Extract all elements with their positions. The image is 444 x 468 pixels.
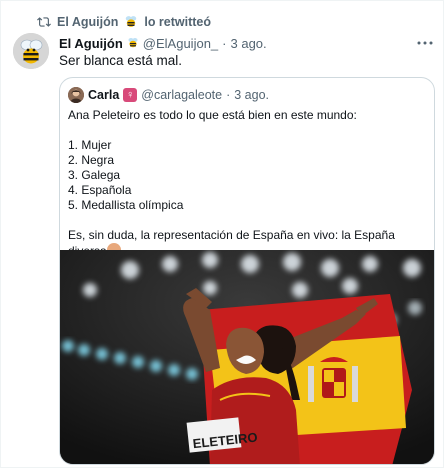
quote-text: Ana Peleteiro es todo lo que está bien e…	[68, 108, 426, 259]
separator-dot: ·	[222, 35, 227, 51]
retweeter-name[interactable]: El Aguijón	[57, 15, 118, 29]
bee-icon	[128, 38, 138, 48]
retweet-context: El Aguijón lo retwitteó	[37, 14, 211, 30]
bee-avatar-icon	[13, 33, 49, 69]
quote-avatar[interactable]	[68, 87, 84, 103]
retweet-icon	[37, 17, 51, 27]
quoted-tweet[interactable]: Carla ♀ @carlagaleote · 3 ago. Ana Pelet…	[59, 77, 435, 465]
tweet-timestamp[interactable]: 3 ago.	[231, 36, 267, 51]
author-name[interactable]: El Aguijón	[59, 36, 123, 51]
venus-emoji: ♀	[123, 88, 138, 102]
quote-media-image[interactable]: ELETEIRO	[60, 250, 434, 464]
bee-icon	[126, 16, 137, 27]
quote-author-handle[interactable]: @carlagaleote	[141, 88, 222, 102]
author-handle[interactable]: @ElAguijon_	[143, 36, 218, 51]
quote-author-name[interactable]: Carla	[88, 88, 119, 102]
more-icon[interactable]	[417, 35, 433, 51]
separator-dot: ·	[226, 88, 231, 102]
list-item: 4. Española	[68, 183, 132, 197]
more-dots-icon	[417, 41, 433, 45]
list-item: 2. Negra	[68, 153, 115, 167]
list-item: 5. Medallista olímpica	[68, 198, 184, 212]
quote-timestamp[interactable]: 3 ago.	[234, 88, 269, 102]
retweet-suffix: lo retwitteó	[144, 15, 212, 29]
quote-avatar-image	[68, 87, 84, 103]
tweet-header: El Aguijón @ElAguijon_ · 3 ago.	[59, 35, 413, 51]
quote-intro: Ana Peleteiro es todo lo que está bien e…	[68, 108, 357, 122]
list-item: 1. Mujer	[68, 138, 112, 152]
list-item: 3. Galega	[68, 168, 121, 182]
athlete-photo: ELETEIRO	[60, 250, 434, 464]
avatar[interactable]	[13, 33, 49, 69]
quote-header: Carla ♀ @carlagaleote · 3 ago.	[68, 87, 426, 103]
tweet-text: Ser blanca está mal.	[59, 53, 183, 68]
tweet-card[interactable]: El Aguijón lo retwitteó El Aguijón @ElAg…	[0, 0, 444, 468]
